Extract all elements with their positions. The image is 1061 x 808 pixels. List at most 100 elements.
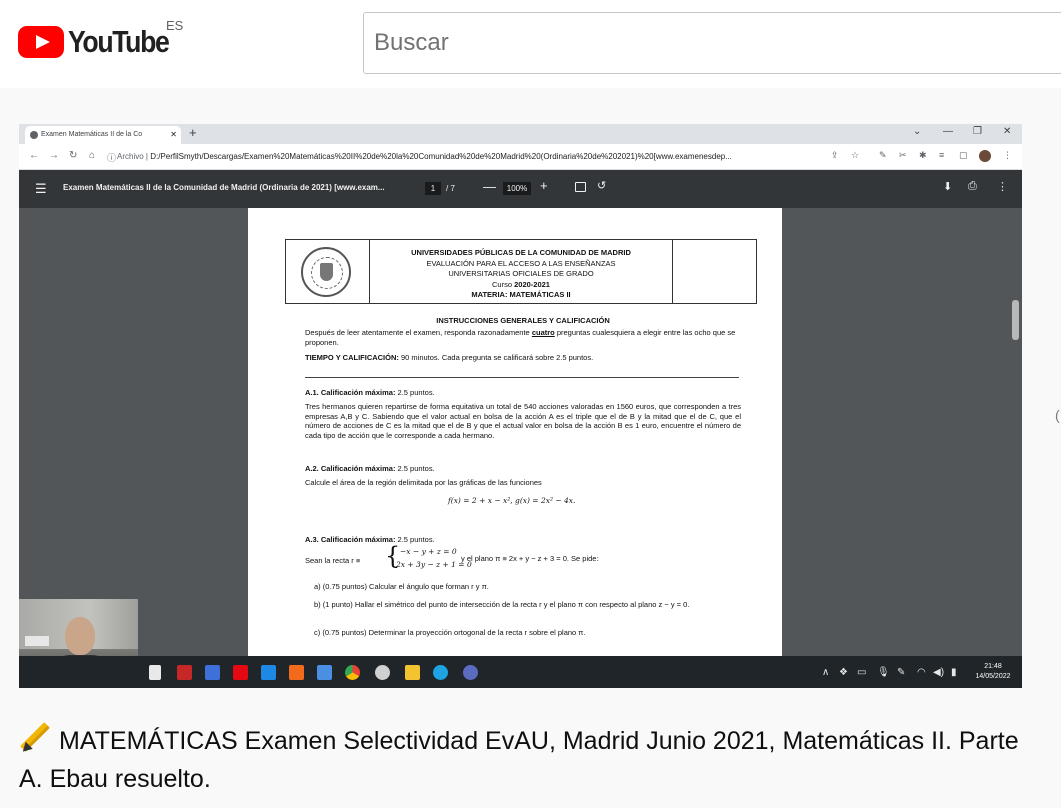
filezilla-icon[interactable] <box>177 665 192 680</box>
info-icon[interactable]: ⓘ <box>107 151 116 164</box>
profile-avatar[interactable] <box>979 150 991 162</box>
browser-tab[interactable]: Examen Matemáticas II de la Co ✕ <box>25 126 181 144</box>
question-a3-suffix: y el plano π ≡ 2x + y − z + 3 = 0. Se pi… <box>461 554 599 563</box>
edge-icon[interactable] <box>433 665 448 680</box>
chrome-icon[interactable] <box>345 665 360 680</box>
taskbar-app-icon[interactable] <box>375 665 390 680</box>
battery-icon[interactable]: ▮ <box>951 667 957 678</box>
netflix-icon[interactable] <box>233 665 248 680</box>
taskbar-app-icon[interactable] <box>149 665 161 680</box>
tray-pen-icon[interactable]: ✎ <box>897 667 905 678</box>
window-close-icon[interactable]: ✕ <box>1003 126 1011 137</box>
taskbar-clock[interactable]: 21:48 14/05/2022 <box>969 662 1017 682</box>
globe-icon <box>30 131 38 139</box>
chevron-down-icon[interactable]: ⌄ <box>913 126 921 137</box>
more-vert-icon[interactable]: ⋮ <box>1003 150 1012 161</box>
url-scheme: Archivo <box>117 152 144 161</box>
tray-chevron-icon[interactable]: ∧ <box>822 667 829 678</box>
header-line: Curso 2020-2021 <box>492 279 550 289</box>
youtube-header: YouTube ES <box>0 0 1061 88</box>
taskbar-app-icon[interactable] <box>317 665 332 680</box>
question-a3-part-c: c) (0.75 puntos) Determinar la proyecció… <box>314 628 586 637</box>
tray-mic-icon[interactable]: 🎙 <box>877 667 890 678</box>
question-a1-heading: A.1. Calificación máxima: 2.5 puntos. <box>305 388 435 397</box>
extension-tool-icon[interactable]: ✂ <box>899 150 907 161</box>
instructions-text: Después de leer atentamente el examen, r… <box>305 328 736 347</box>
browser-tab-title: Examen Matemáticas II de la Co <box>41 131 143 138</box>
url-path: D:/PerfilSmyth/Descargas/Examen%20Matemá… <box>150 152 732 161</box>
question-a1-text: Tres hermanos quieren repartirse de form… <box>305 402 741 440</box>
tray-keyboard-icon[interactable]: ▭ <box>857 667 866 678</box>
clock-time: 21:48 <box>984 663 1002 670</box>
url-field[interactable]: Archivo | D:/PerfilSmyth/Descargas/Exame… <box>117 152 837 161</box>
university-seal-icon <box>301 247 351 297</box>
home-icon[interactable]: ⌂ <box>89 150 95 161</box>
maximize-icon[interactable]: ❐ <box>973 126 982 137</box>
pencil-icon <box>19 723 49 753</box>
forward-icon[interactable]: → <box>49 150 59 161</box>
minimize-icon[interactable]: — <box>943 126 953 137</box>
edge-ui-fragment: ( <box>1055 407 1060 423</box>
youtube-logo-text: YouTube <box>68 24 170 59</box>
browser-address-bar: ← → ↻ ⌂ ⓘ Archivo | D:/PerfilSmyth/Desca… <box>19 144 1022 170</box>
video-player[interactable]: Examen Matemáticas II de la Co ✕ + ⌄ — ❐… <box>19 124 1022 688</box>
header-line: EVALUACIÓN PARA EL ACCESO A LAS ENSEÑANZ… <box>426 258 616 268</box>
time-text: TIEMPO Y CALIFICACIÓN: 90 minutos. Cada … <box>305 353 594 362</box>
new-tab-icon[interactable]: + <box>189 125 197 140</box>
question-a3-eq1: −x − y + z = 0 <box>400 547 457 556</box>
taskbar-app-icon[interactable] <box>463 665 478 680</box>
page-number-input[interactable]: 1 <box>425 182 441 195</box>
region-code: ES <box>166 18 184 33</box>
video-title-text: MATEMÁTICAS Examen Selectividad EvAU, Ma… <box>19 727 1019 793</box>
question-a3-heading: A.3. Calificación máxima: 2.5 puntos. <box>305 535 435 544</box>
question-a3-prefix: Sean la recta r ≡ <box>305 556 361 565</box>
search-input[interactable] <box>363 12 1061 74</box>
header-line: UNIVERSITARIAS OFICIALES DE GRADO <box>448 269 594 278</box>
fit-page-icon[interactable] <box>575 182 586 192</box>
more-vert-icon[interactable]: ⋮ <box>997 180 1008 193</box>
zoom-input[interactable]: 100% <box>503 182 531 195</box>
print-icon[interactable]: ⎙ <box>968 180 977 193</box>
exam-header-box: UNIVERSIDADES PÚBLICAS DE LA COMUNIDAD D… <box>285 239 757 304</box>
zoom-out-icon[interactable]: — <box>483 179 496 194</box>
tray-dropbox-icon[interactable]: ❖ <box>839 667 848 678</box>
side-panel-icon[interactable]: ▢ <box>959 150 968 161</box>
taskbar-app-icon[interactable] <box>289 665 304 680</box>
taskbar-app-icon[interactable] <box>205 665 220 680</box>
question-a2-formula: f(x) = 2 + x − x², g(x) = 2x² − 4x. <box>448 496 576 505</box>
exam-header-text: UNIVERSIDADES PÚBLICAS DE LA COMUNIDAD D… <box>371 248 671 301</box>
reading-list-icon[interactable]: ≡ <box>939 150 944 160</box>
video-title[interactable]: MATEMÁTICAS Examen Selectividad EvAU, Ma… <box>19 722 1039 798</box>
pdf-canvas[interactable]: UNIVERSIDADES PÚBLICAS DE LA COMUNIDAD D… <box>19 208 1022 656</box>
header-line: MATERIA: MATEMÁTICAS II <box>471 290 571 299</box>
back-icon[interactable]: ← <box>29 150 39 161</box>
menu-icon[interactable]: ☰ <box>35 181 47 197</box>
zoom-in-icon[interactable]: + <box>540 178 548 193</box>
question-a2-heading: A.2. Calificación máxima: 2.5 puntos. <box>305 464 435 473</box>
star-icon[interactable]: ☆ <box>851 150 859 161</box>
webcam-shelf <box>25 636 49 646</box>
question-a2-text: Calcule el área de la región delimitada … <box>305 478 542 487</box>
blank-cell <box>672 240 756 303</box>
wifi-icon[interactable]: ◠ <box>917 667 926 678</box>
pdf-scrollbar[interactable] <box>1012 300 1019 340</box>
page-total: / 7 <box>446 184 455 193</box>
instructions-title: INSTRUCCIONES GENERALES Y CALIFICACIÓN <box>436 316 610 325</box>
youtube-play-icon <box>18 26 64 58</box>
volume-icon[interactable]: ◀) <box>933 667 944 678</box>
header-line: UNIVERSIDADES PÚBLICAS DE LA COMUNIDAD D… <box>411 248 631 257</box>
extension-pen-icon[interactable]: ✎ <box>879 150 887 161</box>
close-icon[interactable]: ✕ <box>170 126 177 144</box>
share-icon[interactable]: ⇪ <box>831 150 839 161</box>
taskbar-app-icon[interactable] <box>261 665 276 680</box>
puzzle-icon[interactable]: ✱ <box>919 150 927 161</box>
youtube-logo[interactable]: YouTube <box>18 24 185 60</box>
folder-icon[interactable] <box>405 665 420 680</box>
reload-icon[interactable]: ↻ <box>69 150 77 161</box>
rotate-icon[interactable]: ↺ <box>597 179 606 192</box>
download-icon[interactable]: ⬇ <box>943 180 952 193</box>
pdf-page: UNIVERSIDADES PÚBLICAS DE LA COMUNIDAD D… <box>248 208 782 656</box>
question-a3-part-b: b) (1 punto) Hallar el simétrico del pun… <box>314 600 690 609</box>
webcam-person-head <box>65 617 95 655</box>
seal-cell <box>286 240 370 303</box>
